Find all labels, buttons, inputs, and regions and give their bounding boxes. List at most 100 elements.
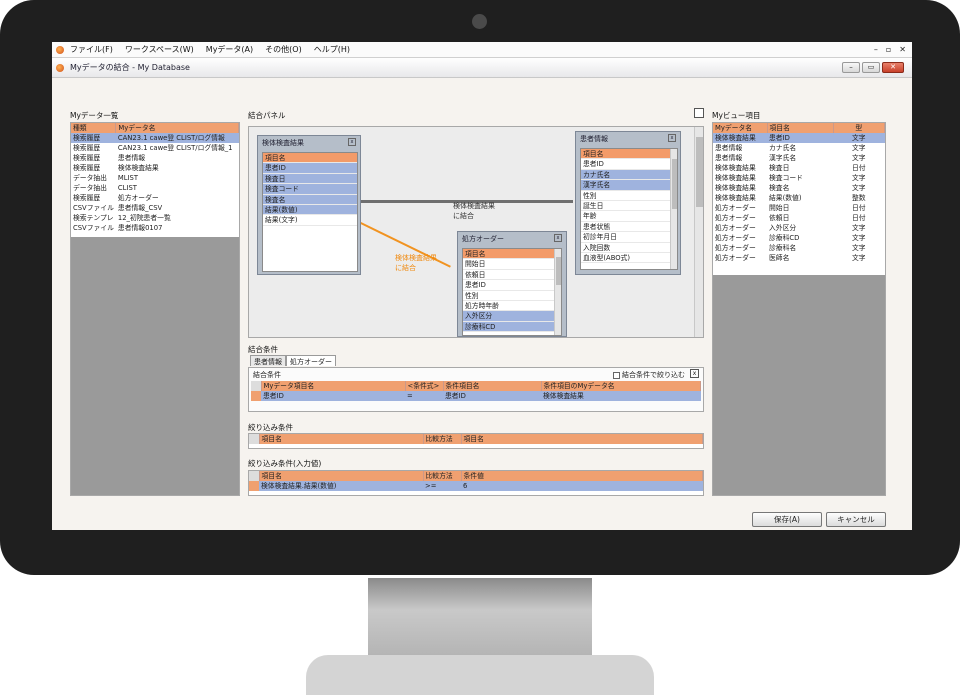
table-row[interactable]: 処方オーダー 医師名 文字	[713, 253, 885, 263]
app-minimize-button[interactable]: –	[874, 45, 878, 54]
menu-mydata[interactable]: Myデータ(A)	[206, 44, 253, 55]
close-icon[interactable]: x	[668, 134, 676, 142]
field-item[interactable]: 患者ID	[581, 159, 677, 170]
table-row[interactable]: 検体検査結果 結果(数値) 整数	[713, 193, 885, 203]
app-restore-button[interactable]: ▫	[886, 45, 891, 54]
column-header-item-2[interactable]: 項目名	[461, 434, 703, 444]
table-box-kanja[interactable]: 患者情報 x 項目名 患者ID カナ氏名 漢字氏名 性別 誕生日 年齢 患者状態 初診年月日 入院回…	[575, 131, 681, 275]
table-row[interactable]: 検体検査結果 検査名 文字	[713, 183, 885, 193]
column-header-item[interactable]: 項目名	[259, 434, 424, 444]
kind-cell: 検索履歴	[71, 133, 116, 143]
save-button[interactable]: 保存(A)	[752, 512, 822, 527]
table-row[interactable]: 検索履歴 処方オーダー	[71, 193, 239, 203]
filter-by-join-checkbox[interactable]	[613, 371, 620, 379]
field-item[interactable]: 性別	[463, 291, 561, 301]
close-icon[interactable]: x	[348, 138, 356, 146]
table-row[interactable]: 検索履歴 検体検査結果	[71, 163, 239, 173]
column-header-compare[interactable]: 比較方法	[423, 471, 462, 481]
table-row[interactable]: 検体検査結果.結果(数値) >= 6	[249, 481, 703, 491]
close-icon[interactable]: x	[554, 234, 562, 242]
column-header-compare[interactable]: 比較方法	[423, 434, 462, 444]
mydata-name-cell: 処方オーダー	[715, 234, 756, 242]
table-row[interactable]: 検体検査結果 患者ID 文字	[713, 133, 885, 143]
filter-input-value[interactable]: 6	[461, 481, 703, 491]
field-item[interactable]: 項目名	[581, 149, 677, 160]
field-item[interactable]: 患者ID	[263, 163, 357, 174]
column-header-type[interactable]: 型	[833, 123, 885, 133]
table-row[interactable]: 処方オーダー 診療科名 文字	[713, 243, 885, 253]
field-item[interactable]: 検査日	[263, 173, 357, 185]
column-header-type[interactable]: 種類	[71, 123, 117, 133]
column-header-mydata-name[interactable]: Myデータ名	[713, 123, 768, 133]
column-header-item[interactable]: 項目名	[259, 471, 424, 481]
column-header-condition-item[interactable]: 条件項目名	[443, 381, 542, 391]
table-row[interactable]: 検索履歴 患者情報	[71, 153, 239, 163]
table-row[interactable]: 処方オーダー 診療科CD 文字	[713, 233, 885, 243]
column-header-mydata-item[interactable]: Myデータ項目名	[261, 381, 406, 391]
menu-file[interactable]: ファイル(F)	[70, 44, 113, 55]
table-row[interactable]: データ抽出 CLIST	[71, 183, 239, 193]
table-box-shohou-scrollbar[interactable]	[554, 249, 561, 335]
table-row[interactable]: データ抽出 MLIST	[71, 173, 239, 183]
field-item[interactable]: カナ氏名	[581, 169, 677, 181]
kind-cell: データ抽出	[73, 184, 107, 192]
field-item[interactable]: 誕生日	[581, 201, 677, 212]
table-row[interactable]: 処方オーダー 開始日 日付	[713, 203, 885, 213]
cancel-button[interactable]: キャンセル	[826, 512, 886, 527]
table-row[interactable]: 患者ID = 患者ID 検体検査結果	[251, 391, 701, 401]
tab-shohou[interactable]: 処方オーダー	[286, 355, 336, 366]
field-item[interactable]: 年齢	[581, 211, 677, 222]
table-row[interactable]: 検体検査結果 検査日 日付	[713, 163, 885, 173]
table-row[interactable]: 処方オーダー 入外区分 文字	[713, 223, 885, 233]
field-item[interactable]: 性別	[581, 191, 677, 201]
field-item[interactable]: 検査コード	[263, 184, 357, 195]
column-header-value[interactable]: 条件値	[461, 471, 703, 481]
join-canvas-scrollbar[interactable]	[694, 127, 703, 337]
table-row[interactable]: 患者情報 漢字氏名 文字	[713, 153, 885, 163]
column-header-condition-mydata[interactable]: 条件項目のMyデータ名	[541, 381, 701, 391]
window-close-button[interactable]: ✕	[882, 62, 904, 73]
close-icon[interactable]: x	[690, 369, 699, 378]
field-item[interactable]: 診療科CD	[463, 321, 561, 333]
table-row[interactable]: 検索履歴 CAN23.1 cawe登 CLIST/ログ情報_1	[71, 143, 239, 153]
menu-other[interactable]: その他(O)	[265, 44, 302, 55]
column-header-item-name[interactable]: 項目名	[767, 123, 834, 133]
field-item[interactable]: 検査名	[263, 194, 357, 205]
field-item[interactable]: 結果(数値)	[263, 204, 357, 216]
field-item[interactable]: 処方時年齢	[463, 301, 561, 312]
menu-help[interactable]: ヘルプ(H)	[314, 44, 350, 55]
field-item[interactable]: 患者ID	[463, 280, 561, 291]
field-item[interactable]: 患者状態	[581, 222, 677, 233]
field-item[interactable]: 結果(文字)	[263, 215, 357, 226]
window-minimize-button[interactable]: –	[842, 62, 860, 73]
table-row[interactable]: 検体検査結果 検査コード 文字	[713, 173, 885, 183]
field-item[interactable]: 項目名	[263, 153, 357, 164]
field-item[interactable]: 漢字氏名	[581, 180, 677, 191]
app-close-button[interactable]: ✕	[899, 45, 906, 54]
menu-workspace[interactable]: ワークスペース(W)	[125, 44, 194, 55]
table-row[interactable]: CSVファイル 患者情報_CSV	[71, 203, 239, 213]
column-header-condition[interactable]: <条件式>	[405, 381, 444, 391]
type-cell: 文字	[851, 224, 866, 232]
mydata-name-cell: 検体検査結果	[715, 184, 756, 192]
tab-kanja[interactable]: 患者情報	[250, 355, 286, 366]
table-row[interactable]: 検索テンプレ 12_初院患者一覧	[71, 213, 239, 223]
table-row[interactable]: 検索履歴 CAN23.1 cawe登 CLIST/ログ情報	[71, 133, 239, 143]
field-item[interactable]: 入外区分	[463, 311, 561, 322]
field-item[interactable]: 初診年月日	[581, 232, 677, 243]
field-item[interactable]: 入院回数	[581, 243, 677, 253]
column-header-mydata-name[interactable]: Myデータ名	[115, 123, 239, 133]
window-maximize-button[interactable]: ▭	[862, 62, 880, 73]
join-canvas[interactable]: 検体検査結果 に結合 検体検査結果 に結合 検体検査結果 x 項目名 患者ID 検査日…	[248, 126, 704, 338]
table-box-kanja-scrollbar[interactable]	[670, 149, 677, 269]
maximize-panel-icon[interactable]	[694, 108, 704, 118]
table-row[interactable]: CSVファイル 患者情報0107	[71, 223, 239, 233]
field-item[interactable]: 開始日	[463, 259, 561, 270]
field-item[interactable]: 項目名	[463, 249, 561, 260]
field-item[interactable]: 血液型(ABO式)	[581, 253, 677, 264]
table-row[interactable]: 処方オーダー 依頼日 日付	[713, 213, 885, 223]
field-item[interactable]: 依頼日	[463, 270, 561, 281]
table-box-shohou[interactable]: 処方オーダー x 項目名 開始日 依頼日 患者ID 性別 処方時年齢 入外区分 診療科CD	[457, 231, 567, 337]
table-box-kentai[interactable]: 検体検査結果 x 項目名 患者ID 検査日 検査コード 検査名 結果(数値) 結果(文字)	[257, 135, 361, 275]
table-row[interactable]: 患者情報 カナ氏名 文字	[713, 143, 885, 153]
